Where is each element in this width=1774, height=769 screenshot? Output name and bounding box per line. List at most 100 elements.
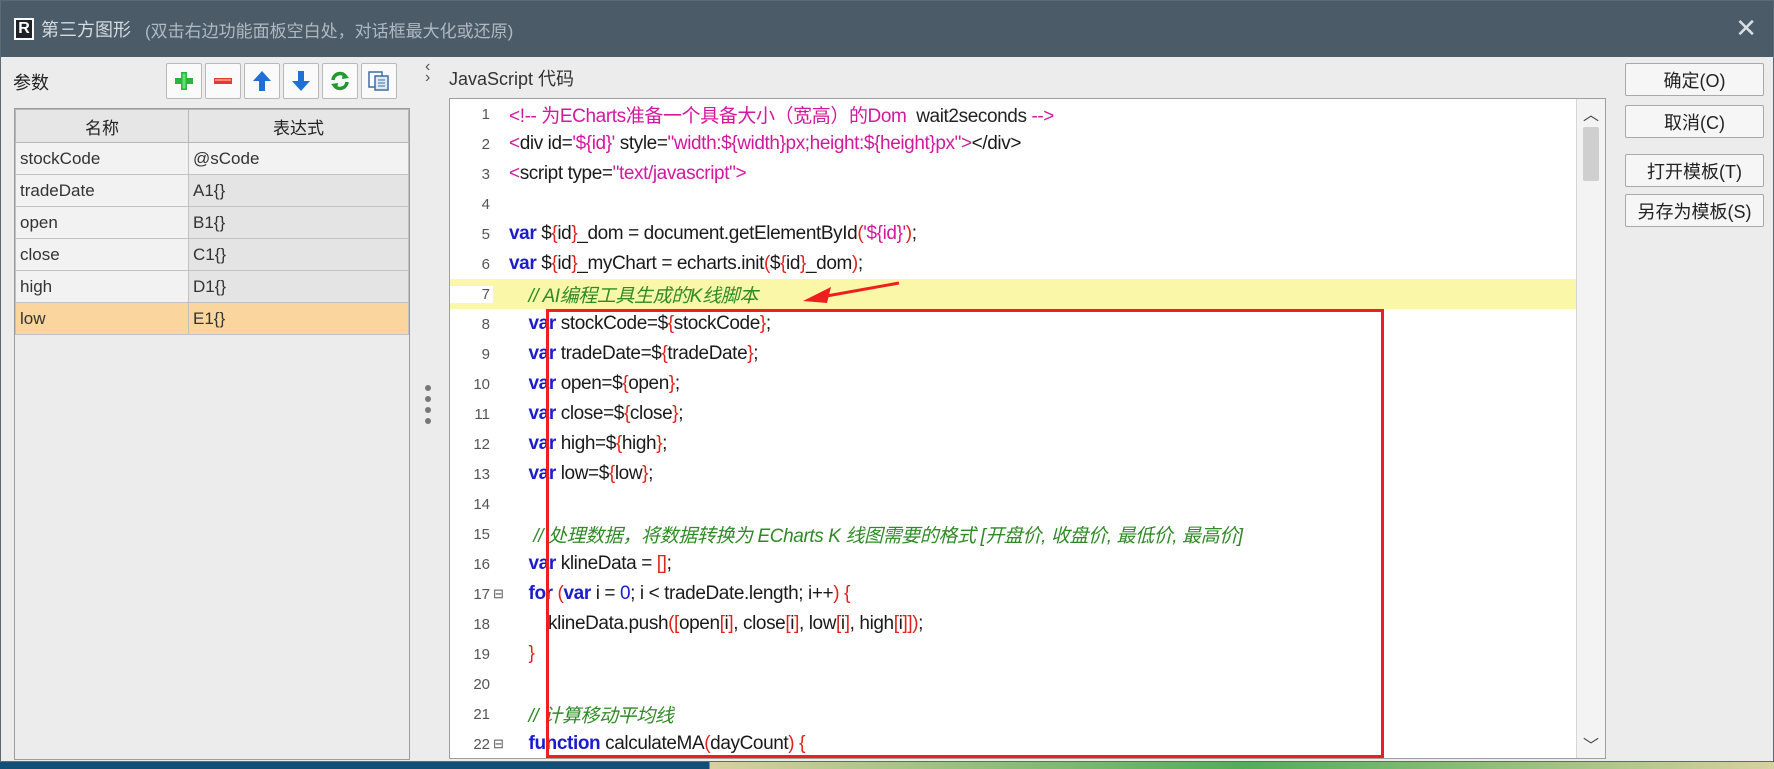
param-expr-cell[interactable]: C1{} bbox=[188, 238, 409, 271]
code-line[interactable]: 3 <script type="text/javascript"> bbox=[450, 159, 1576, 189]
table-row[interactable]: tradeDate A1{} bbox=[15, 174, 409, 207]
code-line[interactable]: 12 var high=${high}; bbox=[450, 429, 1576, 459]
param-name-cell[interactable]: high bbox=[15, 270, 189, 303]
code-line[interactable]: 18 klineData.push([open[i], close[i], lo… bbox=[450, 609, 1576, 639]
add-param-button[interactable] bbox=[166, 63, 202, 99]
code-line[interactable]: 11 var close=${close}; bbox=[450, 399, 1576, 429]
param-expr-cell[interactable]: @sCode bbox=[188, 142, 409, 175]
code-line[interactable]: 6 var ${id}_myChart = echarts.init(${id}… bbox=[450, 249, 1576, 279]
dialog-title: 第三方图形 bbox=[41, 20, 131, 40]
param-name-cell[interactable]: stockCode bbox=[15, 142, 189, 175]
line-number: 1 bbox=[481, 105, 490, 123]
move-down-button[interactable] bbox=[283, 63, 319, 99]
table-row-selected[interactable]: low E1{} bbox=[15, 302, 409, 335]
code-line[interactable]: 20 bbox=[450, 669, 1576, 699]
cancel-button[interactable]: 取消(C) bbox=[1625, 105, 1764, 138]
refresh-icon bbox=[331, 71, 349, 91]
fold-collapse-icon[interactable]: ⊟ bbox=[493, 586, 509, 602]
code-text: var ${id}_dom = document.getElementById(… bbox=[509, 223, 917, 244]
param-expr-cell[interactable]: E1{} bbox=[188, 302, 409, 335]
code-text: var tradeDate=${tradeDate}; bbox=[528, 343, 759, 364]
line-number: 18 bbox=[473, 615, 490, 633]
table-row[interactable]: high D1{} bbox=[15, 270, 409, 303]
line-number: 15 bbox=[473, 525, 490, 543]
table-row[interactable]: open B1{} bbox=[15, 206, 409, 239]
code-line[interactable]: 21 // 计算移动平均线 bbox=[450, 699, 1576, 729]
param-name-cell[interactable]: open bbox=[15, 206, 189, 239]
code-text: <script type="text/javascript"> bbox=[509, 163, 747, 184]
line-number: 19 bbox=[473, 645, 490, 663]
code-line[interactable]: 15 // 处理数据，将数据转换为 ECharts K 线图需要的格式 [开盘价… bbox=[450, 519, 1576, 549]
code-line[interactable]: 4 bbox=[450, 189, 1576, 219]
code-text: // 处理数据，将数据转换为 ECharts K 线图需要的格式 [开盘价, 收… bbox=[509, 525, 1243, 547]
code-text: var low=${low}; bbox=[528, 463, 654, 484]
code-text: } bbox=[509, 643, 535, 664]
line-number: 7 bbox=[450, 285, 493, 303]
line-number: 5 bbox=[481, 225, 490, 243]
code-text: klineData.push([open[i], close[i], low[i… bbox=[509, 613, 924, 634]
code-text: // 计算移动平均线 bbox=[509, 705, 674, 727]
code-text: // AI编程工具生成的K线脚本 bbox=[509, 285, 759, 307]
close-icon[interactable]: ✕ bbox=[1735, 15, 1757, 41]
line-number: 14 bbox=[473, 495, 490, 513]
line-number: 2 bbox=[481, 135, 490, 153]
remove-param-button[interactable] bbox=[205, 63, 241, 99]
code-line[interactable]: 19 } bbox=[450, 639, 1576, 669]
table-row[interactable]: close C1{} bbox=[15, 238, 409, 271]
code-text: <div id='${id}' style="width:${width}px;… bbox=[509, 133, 1022, 154]
code-line[interactable]: 1 <!-- 为ECharts准备一个具备大小（宽高）的Dom wait2sec… bbox=[450, 99, 1576, 129]
param-name-cell[interactable]: tradeDate bbox=[15, 174, 189, 207]
param-name-cell[interactable]: close bbox=[15, 238, 189, 271]
code-line[interactable]: 13 var low=${low}; bbox=[450, 459, 1576, 489]
code-text: for (var i = 0; i < tradeDate.length; i+… bbox=[528, 583, 851, 604]
column-header-name[interactable]: 名称 bbox=[15, 109, 189, 143]
vertical-scrollbar[interactable]: ︿ ﹀ bbox=[1576, 99, 1605, 758]
refresh-button[interactable] bbox=[322, 63, 358, 99]
code-line[interactable]: 16 var klineData = []; bbox=[450, 549, 1576, 579]
scroll-up-icon[interactable]: ︿ bbox=[1577, 99, 1605, 127]
code-text: <!-- 为ECharts准备一个具备大小（宽高）的Dom wait2secon… bbox=[509, 105, 1055, 127]
code-line[interactable]: 22 ⊟ function calculateMA(dayCount) { bbox=[450, 729, 1576, 758]
code-text: function calculateMA(dayCount) { bbox=[528, 733, 806, 754]
scrollbar-thumb[interactable] bbox=[1583, 127, 1599, 181]
column-header-expression[interactable]: 表达式 bbox=[188, 109, 409, 143]
param-name-cell[interactable]: low bbox=[15, 302, 189, 335]
dialog-hint: (双击右边功能面板空白处，对话框最大化或还原) bbox=[145, 21, 514, 41]
copy-icon bbox=[368, 71, 389, 91]
table-row[interactable]: stockCode @sCode bbox=[15, 142, 409, 175]
params-label: 参数 bbox=[13, 73, 49, 93]
splitter-collapse-icon[interactable]: ‹ › bbox=[425, 59, 430, 86]
ok-button[interactable]: 确定(O) bbox=[1625, 63, 1764, 96]
line-number: 22 bbox=[473, 735, 490, 753]
line-number: 9 bbox=[481, 345, 490, 363]
app-logo-icon: R bbox=[14, 18, 34, 40]
code-text: var close=${close}; bbox=[528, 403, 684, 424]
param-expr-cell[interactable]: A1{} bbox=[188, 174, 409, 207]
code-text: var high=${high}; bbox=[528, 433, 668, 454]
code-line[interactable]: 10 var open=${open}; bbox=[450, 369, 1576, 399]
code-line[interactable]: 9 var tradeDate=${tradeDate}; bbox=[450, 339, 1576, 369]
code-line[interactable]: 2 <div id='${id}' style="width:${width}p… bbox=[450, 129, 1576, 159]
code-editor[interactable]: 1 <!-- 为ECharts准备一个具备大小（宽高）的Dom wait2sec… bbox=[449, 98, 1606, 759]
line-number: 11 bbox=[474, 405, 490, 423]
fold-collapse-icon[interactable]: ⊟ bbox=[493, 736, 509, 752]
code-text: var ${id}_myChart = echarts.init(${id}_d… bbox=[509, 253, 863, 274]
move-up-button[interactable] bbox=[244, 63, 280, 99]
scroll-down-icon[interactable]: ﹀ bbox=[1577, 730, 1605, 758]
line-number: 6 bbox=[481, 255, 490, 273]
param-expr-cell[interactable]: B1{} bbox=[188, 206, 409, 239]
line-number: 17 bbox=[473, 585, 490, 603]
code-line[interactable]: 17 ⊟ for (var i = 0; i < tradeDate.length… bbox=[450, 579, 1576, 609]
param-expr-cell[interactable]: D1{} bbox=[188, 270, 409, 303]
code-line[interactable]: 14 bbox=[450, 489, 1576, 519]
copy-button[interactable] bbox=[361, 63, 397, 99]
save-as-template-button[interactable]: 另存为模板(S) bbox=[1625, 194, 1764, 227]
splitter-handle[interactable] bbox=[425, 385, 431, 429]
line-number: 21 bbox=[473, 705, 490, 723]
title-bar: R 第三方图形 (双击右边功能面板空白处，对话框最大化或还原) ✕ bbox=[1, 1, 1773, 57]
code-line-current[interactable]: 7 // AI编程工具生成的K线脚本 bbox=[450, 279, 1578, 309]
open-template-button[interactable]: 打开模板(T) bbox=[1625, 154, 1764, 187]
arrow-down-icon bbox=[292, 71, 310, 91]
code-line[interactable]: 5 var ${id}_dom = document.getElementByI… bbox=[450, 219, 1576, 249]
code-line[interactable]: 8 var stockCode=${stockCode}; bbox=[450, 309, 1576, 339]
